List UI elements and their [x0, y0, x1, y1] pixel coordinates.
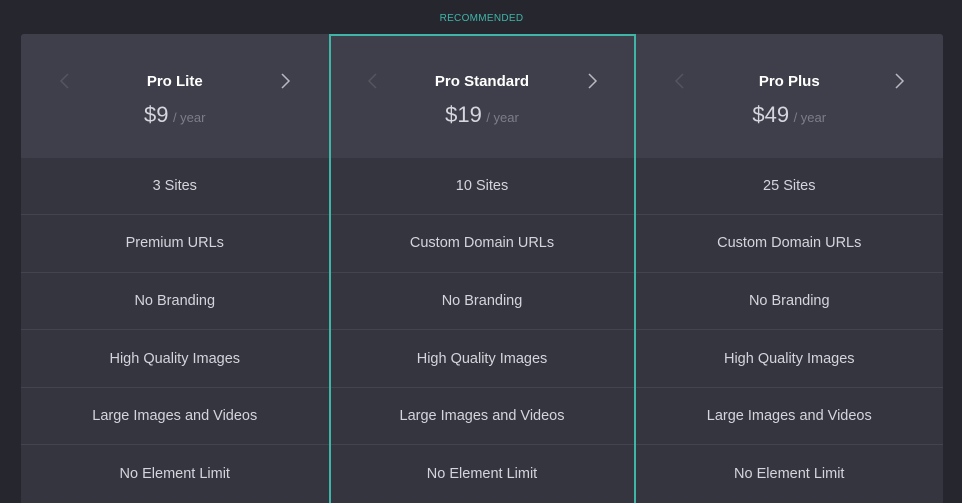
feature-item: Large Images and Videos	[21, 388, 329, 446]
feature-item: High Quality Images	[635, 330, 943, 388]
feature-item: No Branding	[635, 273, 943, 331]
plan-column-pro-standard: Pro Standard $19 / year 10 Sites Custom …	[328, 34, 636, 503]
feature-item: Custom Domain URLs	[635, 215, 943, 273]
feature-item: No Element Limit	[426, 466, 538, 483]
price-line: $9 / year	[21, 102, 329, 128]
plan-price: $9	[144, 102, 169, 127]
pricing-table: Pro Lite $9 / year 3 Sites Premium URLs …	[21, 34, 943, 503]
feature-item: Large Images and Videos	[328, 388, 636, 446]
feature-item: No Element Limit	[734, 466, 845, 483]
plan-header: Pro Plus $49 / year	[635, 34, 944, 159]
feature-item: Large Images and Videos	[635, 388, 943, 446]
feature-item: High Quality Images	[328, 330, 636, 388]
feature-item: 10 Sites	[328, 158, 636, 216]
plan-column-pro-lite: Pro Lite $9 / year 3 Sites Premium URLs …	[21, 34, 329, 503]
plan-period: / year	[793, 110, 827, 125]
price-line: $49 / year	[636, 102, 944, 128]
feature-item: 3 Sites	[21, 158, 329, 216]
plan-price: $19	[445, 102, 482, 127]
feature-item: No Branding	[328, 273, 636, 331]
plan-price: $49	[752, 102, 790, 127]
plan-period: / year	[486, 110, 519, 125]
feature-list: 10 Sites Custom Domain URLs No Branding …	[328, 158, 636, 503]
recommended-label: RECOMMENDED	[439, 13, 524, 24]
feature-item: Custom Domain URLs	[328, 215, 636, 273]
chevron-right-icon[interactable]	[274, 70, 296, 92]
feature-item: No Branding	[21, 273, 329, 331]
feature-list: 25 Sites Custom Domain URLs No Branding …	[635, 158, 943, 503]
feature-list: 3 Sites Premium URLs No Branding High Qu…	[21, 158, 329, 503]
feature-item: Premium URLs	[21, 215, 329, 273]
plan-header: Pro Standard $19 / year	[328, 34, 636, 159]
feature-item: No Element Limit	[119, 466, 230, 483]
feature-item: 25 Sites	[635, 158, 943, 216]
plan-header: Pro Lite $9 / year	[21, 34, 329, 159]
plan-period: / year	[172, 110, 206, 125]
pricing-page: RECOMMENDED Pro Lite $9 / year 3 Sites P…	[0, 0, 962, 503]
feature-item: High Quality Images	[21, 330, 329, 388]
plan-column-pro-plus: Pro Plus $49 / year 25 Sites Custom Doma…	[635, 34, 944, 503]
chevron-right-icon[interactable]	[581, 70, 603, 92]
chevron-right-icon[interactable]	[888, 70, 910, 92]
price-line: $19 / year	[329, 102, 636, 128]
